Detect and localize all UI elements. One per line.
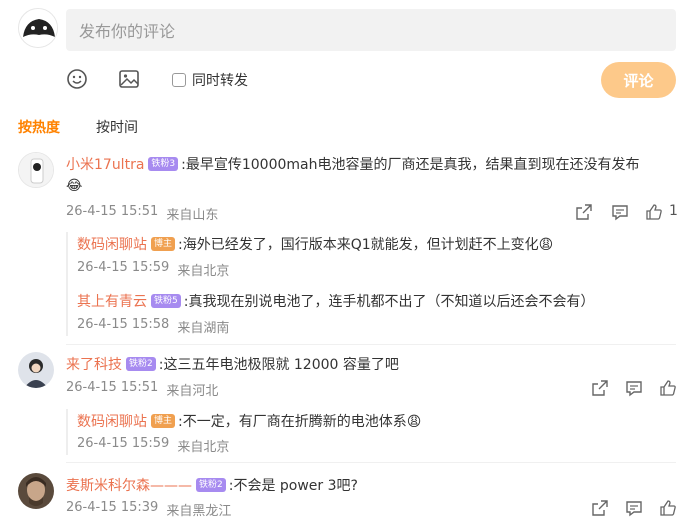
comment-location: 来自山东 bbox=[166, 208, 219, 223]
comment-meta: 26-4-15 15:39 来自黑龙江 bbox=[66, 500, 231, 519]
like-icon[interactable] bbox=[645, 203, 663, 221]
divider bbox=[66, 462, 676, 463]
reply-line: 其上有青云 铁粉5 :真我现在别说电池了，连手机都不出了（不知道以后还会不会有） bbox=[77, 291, 594, 311]
submit-comment-button[interactable]: 评论 bbox=[601, 62, 676, 98]
reply-text: :不一定，有厂商在折腾新的电池体系😩 bbox=[178, 414, 422, 430]
tab-by-hot[interactable]: 按热度 bbox=[18, 117, 60, 137]
comment-input-placeholder: 发布你的评论 bbox=[79, 22, 176, 41]
fan-badge: 铁粉3 bbox=[148, 157, 179, 171]
comment-text-cont: 😂 bbox=[66, 178, 83, 194]
reply-date: 26-4-15 15:59 bbox=[77, 260, 170, 275]
divider bbox=[66, 344, 676, 345]
reply-icon[interactable] bbox=[611, 203, 629, 221]
comment-username[interactable]: 小米17ultra bbox=[66, 154, 144, 174]
comment-line: 麦斯米科尔森——— 铁粉2 :不会是 power 3吧? bbox=[66, 475, 358, 495]
reply-icon[interactable] bbox=[625, 379, 643, 397]
fan-badge: 铁粉2 bbox=[126, 357, 156, 371]
avatar[interactable] bbox=[18, 152, 54, 188]
blogger-badge: 博主 bbox=[151, 237, 176, 251]
share-icon[interactable] bbox=[575, 203, 593, 221]
comment-username[interactable]: 来了科技 bbox=[66, 354, 122, 374]
reply-thread-rule bbox=[66, 409, 68, 455]
reply-text: :真我现在别说电池了，连手机都不出了（不知道以后还会不会有） bbox=[183, 294, 595, 310]
reply-date: 26-4-15 15:59 bbox=[77, 436, 170, 451]
reply-thread-rule bbox=[66, 232, 68, 336]
like-count: 1 bbox=[669, 203, 678, 219]
reply-location: 来自北京 bbox=[177, 440, 230, 455]
emoji-icon[interactable] bbox=[66, 68, 88, 90]
sync-repost-option[interactable]: 同时转发 bbox=[172, 70, 248, 90]
share-icon[interactable] bbox=[591, 379, 609, 397]
reply-username[interactable]: 数码闲聊站 bbox=[77, 234, 147, 254]
reply-meta: 26-4-15 15:59 来自北京 bbox=[77, 436, 229, 455]
tab-by-time[interactable]: 按时间 bbox=[96, 117, 138, 137]
sync-repost-label: 同时转发 bbox=[192, 73, 248, 89]
fan-badge: 铁粉5 bbox=[151, 294, 181, 308]
image-icon[interactable] bbox=[118, 68, 140, 90]
reply-line: 数码闲聊站 博主 :不一定，有厂商在折腾新的电池体系😩 bbox=[77, 411, 421, 431]
like-icon[interactable] bbox=[659, 499, 677, 517]
comment-text: :最早宣传10000mah电池容量的厂商还是真我，结果直到现在还没有发布 bbox=[181, 157, 640, 173]
comment-meta: 26-4-15 15:51 来自河北 bbox=[66, 380, 218, 399]
avatar[interactable] bbox=[18, 473, 54, 509]
share-icon[interactable] bbox=[591, 499, 609, 517]
avatar[interactable] bbox=[18, 352, 54, 388]
blogger-badge: 博主 bbox=[151, 414, 176, 428]
reply-meta: 26-4-15 15:59 来自北京 bbox=[77, 260, 229, 279]
my-avatar[interactable] bbox=[18, 8, 58, 48]
reply-line: 数码闲聊站 博主 :海外已经发了，国行版本来Q1就能发，但计划赶不上变化😩 bbox=[77, 234, 553, 254]
comment-username[interactable]: 麦斯米科尔森——— bbox=[66, 475, 192, 495]
comment-input[interactable]: 发布你的评论 bbox=[66, 9, 676, 51]
comment-line: 来了科技 铁粉2 :这三五年电池极限就 12000 容量了吧 bbox=[66, 354, 399, 374]
comment-date: 26-4-15 15:39 bbox=[66, 500, 159, 515]
reply-text: :海外已经发了，国行版本来Q1就能发，但计划赶不上变化😩 bbox=[178, 237, 554, 253]
fan-badge: 铁粉2 bbox=[196, 478, 226, 492]
comment-date: 26-4-15 15:51 bbox=[66, 204, 159, 219]
like-icon[interactable] bbox=[659, 379, 677, 397]
reply-date: 26-4-15 15:58 bbox=[77, 317, 170, 332]
reply-icon[interactable] bbox=[625, 499, 643, 517]
comment-date: 26-4-15 15:51 bbox=[66, 380, 159, 395]
comment-location: 来自黑龙江 bbox=[166, 504, 232, 519]
comment-line: 小米17ultra 铁粉3 :最早宣传10000mah电池容量的厂商还是真我，结… bbox=[66, 154, 639, 174]
sync-repost-checkbox[interactable] bbox=[172, 73, 186, 87]
reply-username[interactable]: 其上有青云 bbox=[77, 291, 147, 311]
comment-location: 来自河北 bbox=[166, 384, 219, 399]
reply-username[interactable]: 数码闲聊站 bbox=[77, 411, 147, 431]
reply-location: 来自北京 bbox=[177, 264, 230, 279]
comment-text: :这三五年电池极限就 12000 容量了吧 bbox=[158, 357, 399, 373]
comment-text: :不会是 power 3吧? bbox=[228, 478, 358, 494]
reply-location: 来自湖南 bbox=[177, 321, 230, 336]
comment-meta: 26-4-15 15:51 来自山东 bbox=[66, 204, 218, 223]
reply-meta: 26-4-15 15:58 来自湖南 bbox=[77, 317, 229, 336]
